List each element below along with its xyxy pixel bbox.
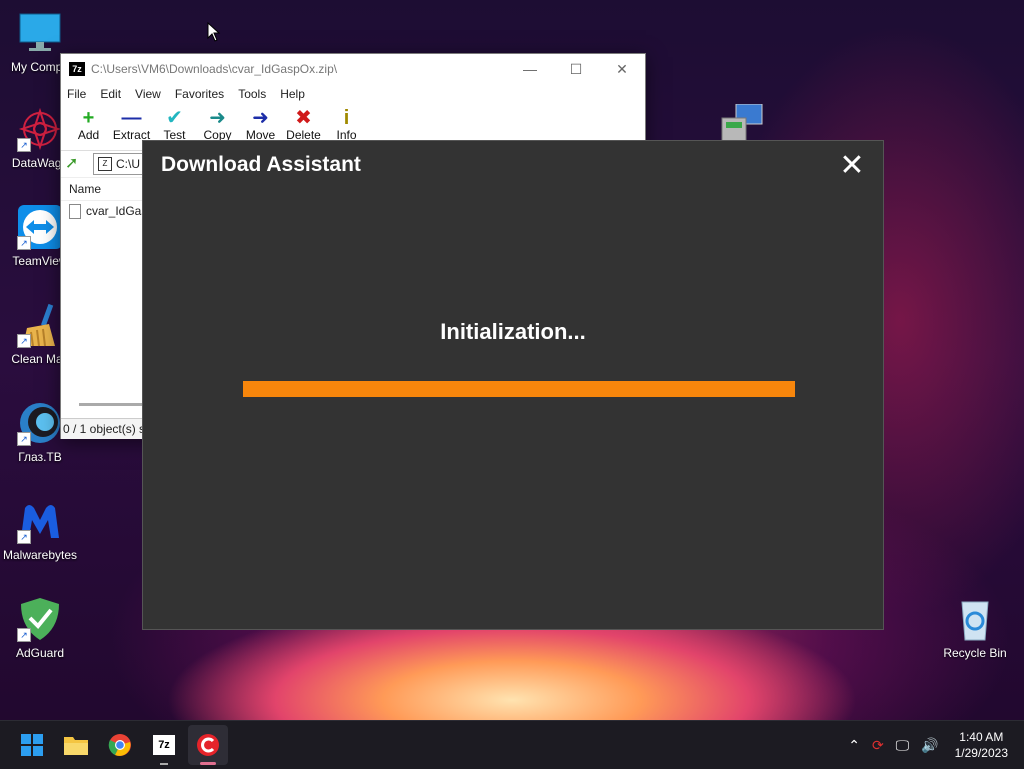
volume-icon[interactable]: 🔊 — [921, 737, 938, 754]
arrow-right-icon: ➜ — [209, 107, 226, 129]
teamviewer-icon: ↗ — [17, 204, 63, 250]
shortcut-arrow-icon: ↗ — [17, 628, 31, 642]
broom-icon: ↗ — [17, 302, 63, 348]
clock-time: 1:40 AM — [959, 730, 1004, 744]
desktop-icon-label: Malwarebytes — [2, 548, 78, 562]
menu-view[interactable]: View — [135, 84, 161, 104]
desktop-icon-recycle-bin[interactable]: Recycle Bin — [935, 596, 1015, 660]
file-icon — [69, 203, 81, 219]
taskbar: 7z ⌃ ⟳ 🖵 🔊 1:40 AM 1/29/2023 — [0, 720, 1024, 769]
plus-icon: + — [82, 107, 95, 129]
archive-icon: Z — [98, 157, 112, 171]
chevron-up-icon[interactable]: ⌃ — [848, 737, 860, 754]
clock[interactable]: 1:40 AM 1/29/2023 — [955, 729, 1008, 761]
horizontal-scrollbar[interactable] — [79, 403, 149, 406]
7zip-titlebar[interactable]: 7z C:\Users\VM6\Downloads\cvar_IdGaspOx.… — [61, 54, 645, 84]
menu-tools[interactable]: Tools — [238, 84, 266, 104]
menu-favorites[interactable]: Favorites — [175, 84, 224, 104]
menu-edit[interactable]: Edit — [100, 84, 121, 104]
minimize-icon[interactable]: — — [507, 61, 553, 78]
start-icon[interactable] — [12, 725, 52, 765]
progress-bar — [243, 381, 795, 397]
shortcut-arrow-icon: ↗ — [17, 530, 31, 544]
system-tray: ⌃ ⟳ 🖵 🔊 1:40 AM 1/29/2023 — [842, 729, 1024, 761]
mandala-icon: ↗ — [17, 106, 63, 152]
desktop: My Compu ↗ DataWago ↗ TeamView ↗ Clean M… — [0, 0, 1024, 720]
shortcut-arrow-icon: ↗ — [17, 236, 31, 250]
close-icon[interactable]: ✕ — [837, 151, 867, 181]
desktop-icon-label: Recycle Bin — [943, 646, 1007, 660]
shortcut-arrow-icon: ↗ — [17, 138, 31, 152]
recycle-bin-icon — [952, 596, 998, 642]
delete-x-icon: ✖ — [295, 107, 312, 129]
info-icon: i — [343, 107, 350, 129]
desktop-icon-label: Глаз.ТВ — [18, 450, 62, 464]
arrow-right-icon: ➜ — [252, 107, 269, 129]
7zip-icon[interactable]: 7z — [144, 725, 184, 765]
add-button[interactable]: + Add — [67, 104, 110, 150]
installer-icon[interactable] — [718, 103, 764, 145]
shortcut-arrow-icon: ↗ — [17, 432, 31, 446]
network-icon[interactable]: 🖵 — [896, 737, 910, 754]
clock-date: 1/29/2023 — [954, 746, 1008, 760]
progress-bar-fill — [243, 381, 795, 397]
dialog-status-text: Initialization... — [440, 319, 586, 344]
shortcut-arrow-icon: ↗ — [17, 334, 31, 348]
minus-icon: — — [121, 107, 142, 129]
7zip-window-title: C:\Users\VM6\Downloads\cvar_IdGaspOx.zip… — [91, 62, 338, 76]
address-text: C:\U — [116, 157, 140, 171]
chrome-icon[interactable] — [100, 725, 140, 765]
ccleaner-icon[interactable] — [188, 725, 228, 765]
shield-check-icon: ↗ — [17, 596, 63, 642]
monitor-icon — [17, 10, 63, 56]
7zip-logo-icon: 7z — [69, 62, 85, 76]
desktop-icon-adguard[interactable]: ↗ AdGuard — [0, 596, 80, 660]
malwarebytes-icon: ↗ — [17, 498, 63, 544]
download-assistant-dialog[interactable]: Download Assistant ✕ Initialization... — [142, 140, 884, 630]
up-folder-icon[interactable]: ➚ — [65, 155, 83, 173]
desktop-icon-malwarebytes[interactable]: ↗ Malwarebytes — [0, 498, 80, 562]
file-explorer-icon[interactable] — [56, 725, 96, 765]
sync-alert-icon[interactable]: ⟳ — [872, 737, 884, 754]
menu-help[interactable]: Help — [280, 84, 305, 104]
7zip-menubar: File Edit View Favorites Tools Help — [61, 84, 645, 104]
menu-file[interactable]: File — [67, 84, 86, 104]
close-icon[interactable]: ✕ — [599, 61, 645, 78]
maximize-icon[interactable]: ☐ — [553, 61, 599, 78]
dialog-title: Download Assistant — [161, 153, 361, 176]
check-icon: ✔ — [166, 107, 183, 129]
mouse-cursor-icon — [207, 22, 221, 42]
desktop-icon-label: AdGuard — [15, 646, 65, 660]
eye-tv-icon: ↗ — [17, 400, 63, 446]
